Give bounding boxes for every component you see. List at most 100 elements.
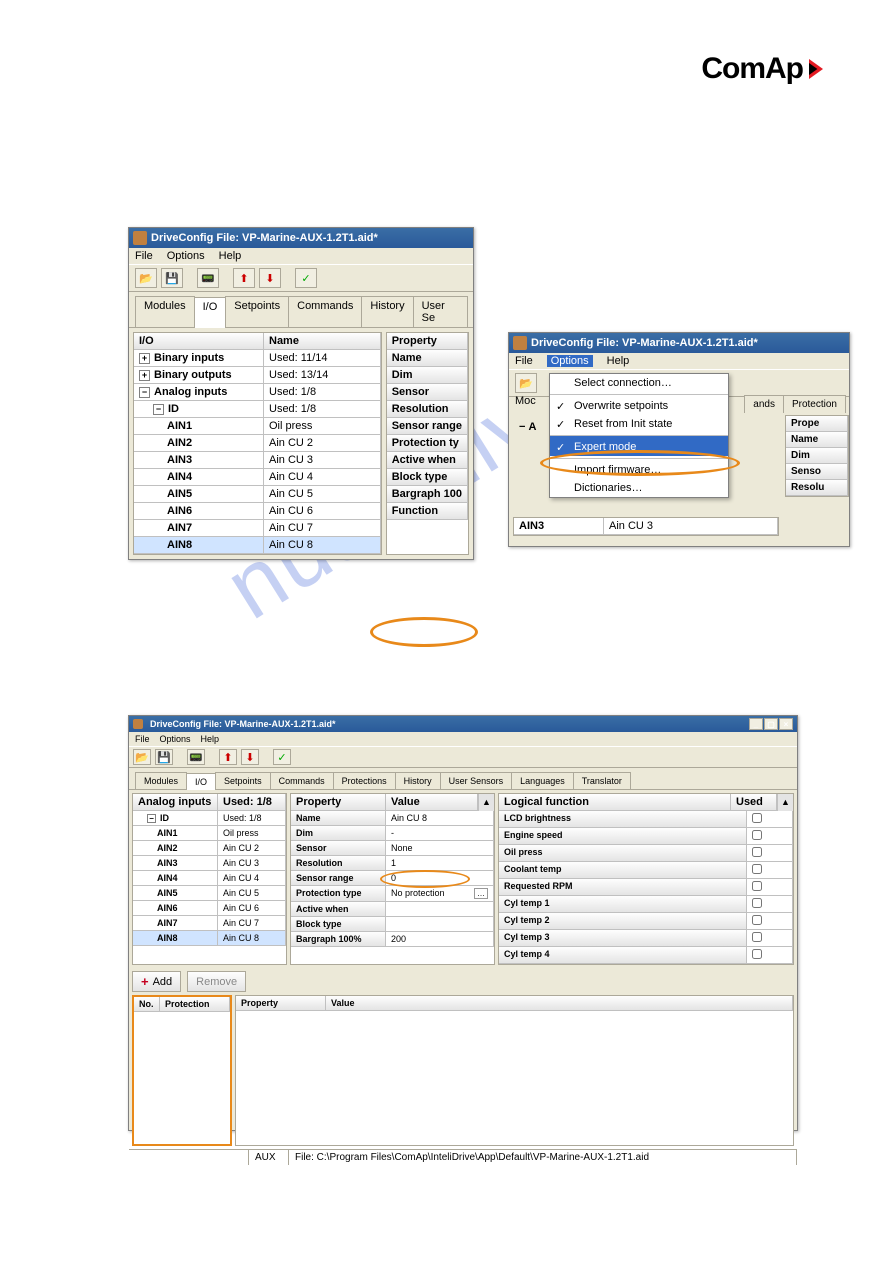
io-row-ain7[interactable]: AIN7Ain CU 7	[134, 520, 381, 537]
tree-toggle-icon[interactable]: −	[139, 387, 150, 398]
check-button[interactable]: ✓	[273, 749, 291, 765]
win1-titlebar[interactable]: DriveConfig File: VP-Marine-AUX-1.2T1.ai…	[129, 228, 473, 248]
tab-translator[interactable]: Translator	[573, 772, 631, 789]
logical-requested-rpm[interactable]: Requested RPM	[499, 879, 793, 896]
tree-toggle-icon[interactable]: −	[147, 814, 156, 823]
io-row-ain6[interactable]: AIN6Ain CU 6	[134, 503, 381, 520]
property-name[interactable]: Name	[786, 432, 848, 448]
win3-protection-list[interactable]: No. Protection	[132, 995, 232, 1146]
used-checkbox[interactable]	[752, 813, 762, 823]
options-dropdown[interactable]: Select connection… Overwrite setpointsRes…	[549, 373, 729, 498]
tree-toggle-icon[interactable]: +	[139, 353, 150, 364]
win2-minirow[interactable]: AIN3 Ain CU 3	[513, 517, 779, 536]
property-function[interactable]: Function	[387, 503, 468, 520]
menu-item-import-firmware-[interactable]: Import firmware…	[550, 458, 728, 479]
tab-usersensors[interactable]: User Sensors	[440, 772, 513, 789]
scroll-up-icon[interactable]: ▲	[777, 794, 793, 811]
prop-row-protection-type[interactable]: Protection typeNo protection…	[291, 886, 494, 902]
prop-row-name[interactable]: NameAin CU 8	[291, 811, 494, 826]
io-row-id[interactable]: −IDUsed: 1/8	[133, 811, 286, 826]
menu-item-select-connection-[interactable]: Select connection…	[550, 374, 728, 392]
menu-item-expert-mode[interactable]: Expert mode	[550, 435, 728, 456]
tab-history[interactable]: History	[361, 296, 413, 327]
win2-propmini[interactable]: PropeNameDimSensoResolu	[785, 415, 849, 497]
used-checkbox[interactable]	[752, 949, 762, 959]
win3-logical-grid[interactable]: Logical function Used ▲ LCD brightnessEn…	[498, 793, 794, 965]
menu-options[interactable]: Options	[167, 250, 205, 262]
io-row-binary-inputs[interactable]: +Binary inputsUsed: 11/14	[134, 350, 381, 367]
upload-button[interactable]: ⬆	[219, 749, 237, 765]
win3-property-grid[interactable]: Property Value ▲ NameAin CU 8Dim-SensorN…	[290, 793, 495, 965]
io-row-ain2[interactable]: AIN2Ain CU 2	[134, 435, 381, 452]
scroll-up-icon[interactable]: ▲	[478, 794, 494, 811]
prop-row-resolution[interactable]: Resolution1	[291, 856, 494, 871]
tree-toggle-icon[interactable]: +	[139, 370, 150, 381]
used-checkbox[interactable]	[752, 847, 762, 857]
io-row-ain8[interactable]: AIN8Ain CU 8	[133, 931, 286, 946]
logical-coolant-temp[interactable]: Coolant temp	[499, 862, 793, 879]
tree-toggle-icon[interactable]: −	[153, 404, 164, 415]
check-button[interactable]: ✓	[295, 268, 317, 288]
minimize-button[interactable]: _	[749, 718, 763, 730]
io-row-ain6[interactable]: AIN6Ain CU 6	[133, 901, 286, 916]
win1-menubar[interactable]: File Options Help	[129, 248, 473, 264]
property-senso[interactable]: Senso	[786, 464, 848, 480]
tab-modules[interactable]: Modules	[135, 296, 195, 327]
open-button[interactable]: 📂	[135, 268, 157, 288]
menu-file[interactable]: File	[135, 734, 150, 744]
win2-titlebar[interactable]: DriveConfig File: VP-Marine-AUX-1.2T1.ai…	[509, 333, 849, 353]
property-active-when[interactable]: Active when	[387, 452, 468, 469]
menu-help[interactable]: Help	[201, 734, 220, 744]
menu-help[interactable]: Help	[607, 355, 630, 367]
tab-setpoints[interactable]: Setpoints	[225, 296, 289, 327]
prop-row-active-when[interactable]: Active when	[291, 902, 494, 917]
tab-usersensors[interactable]: User Se	[413, 296, 468, 327]
io-row-ain4[interactable]: AIN4Ain CU 4	[134, 469, 381, 486]
tab-commands[interactable]: Commands	[270, 772, 334, 789]
property-bargraph-100[interactable]: Bargraph 100	[387, 486, 468, 503]
win2-menubar[interactable]: File Options Help	[509, 353, 849, 369]
used-checkbox[interactable]	[752, 915, 762, 925]
tab-io[interactable]: I/O	[186, 773, 216, 790]
win1-io-grid[interactable]: I/O Name +Binary inputsUsed: 11/14+Binar…	[133, 332, 382, 555]
tab-protections[interactable]: Protections	[333, 772, 396, 789]
win3-titlebar[interactable]: DriveConfig File: VP-Marine-AUX-1.2T1.ai…	[129, 716, 797, 732]
menu-item-overwrite-setpoints[interactable]: Overwrite setpoints	[550, 394, 728, 415]
tab-modules[interactable]: Modules	[135, 772, 187, 789]
remove-button[interactable]: Remove	[187, 971, 246, 992]
property-resolution[interactable]: Resolution	[387, 401, 468, 418]
io-row-ain8[interactable]: AIN8Ain CU 8	[134, 537, 381, 554]
io-row-binary-outputs[interactable]: +Binary outputsUsed: 13/14	[134, 367, 381, 384]
connect-button[interactable]: 📟	[187, 749, 205, 765]
tab-protections[interactable]: Protection	[783, 395, 846, 413]
open-button[interactable]: 📂	[133, 749, 151, 765]
prop-row-block-type[interactable]: Block type	[291, 917, 494, 932]
close-button[interactable]: ×	[779, 718, 793, 730]
menu-file[interactable]: File	[515, 355, 533, 367]
download-button[interactable]: ⬇	[241, 749, 259, 765]
logical-oil-press[interactable]: Oil press	[499, 845, 793, 862]
maximize-button[interactable]: ▢	[764, 718, 778, 730]
property-block-type[interactable]: Block type	[387, 469, 468, 486]
io-row-ain1[interactable]: AIN1Oil press	[133, 826, 286, 841]
tab-commands[interactable]: Commands	[288, 296, 362, 327]
property-property[interactable]: Property	[387, 333, 468, 350]
logical-cyl-temp-1[interactable]: Cyl temp 1	[499, 896, 793, 913]
menu-item-reset-from-init-state[interactable]: Reset from Init state	[550, 415, 728, 433]
property-sensor[interactable]: Sensor	[387, 384, 468, 401]
used-checkbox[interactable]	[752, 881, 762, 891]
add-button[interactable]: + Add	[132, 971, 181, 992]
tab-history[interactable]: History	[395, 772, 441, 789]
menu-help[interactable]: Help	[219, 250, 242, 262]
io-row-ain2[interactable]: AIN2Ain CU 2	[133, 841, 286, 856]
io-row-ain3[interactable]: AIN3Ain CU 3	[133, 856, 286, 871]
menu-file[interactable]: File	[135, 250, 153, 262]
io-row-ain5[interactable]: AIN5Ain CU 5	[133, 886, 286, 901]
prop-row-bargraph-100%[interactable]: Bargraph 100%200	[291, 932, 494, 947]
logical-lcd-brightness[interactable]: LCD brightness	[499, 811, 793, 828]
download-button[interactable]: ⬇	[259, 268, 281, 288]
io-row-ain5[interactable]: AIN5Ain CU 5	[134, 486, 381, 503]
logical-cyl-temp-2[interactable]: Cyl temp 2	[499, 913, 793, 930]
io-row-ain3[interactable]: AIN3Ain CU 3	[134, 452, 381, 469]
win3-menubar[interactable]: File Options Help	[129, 732, 797, 746]
